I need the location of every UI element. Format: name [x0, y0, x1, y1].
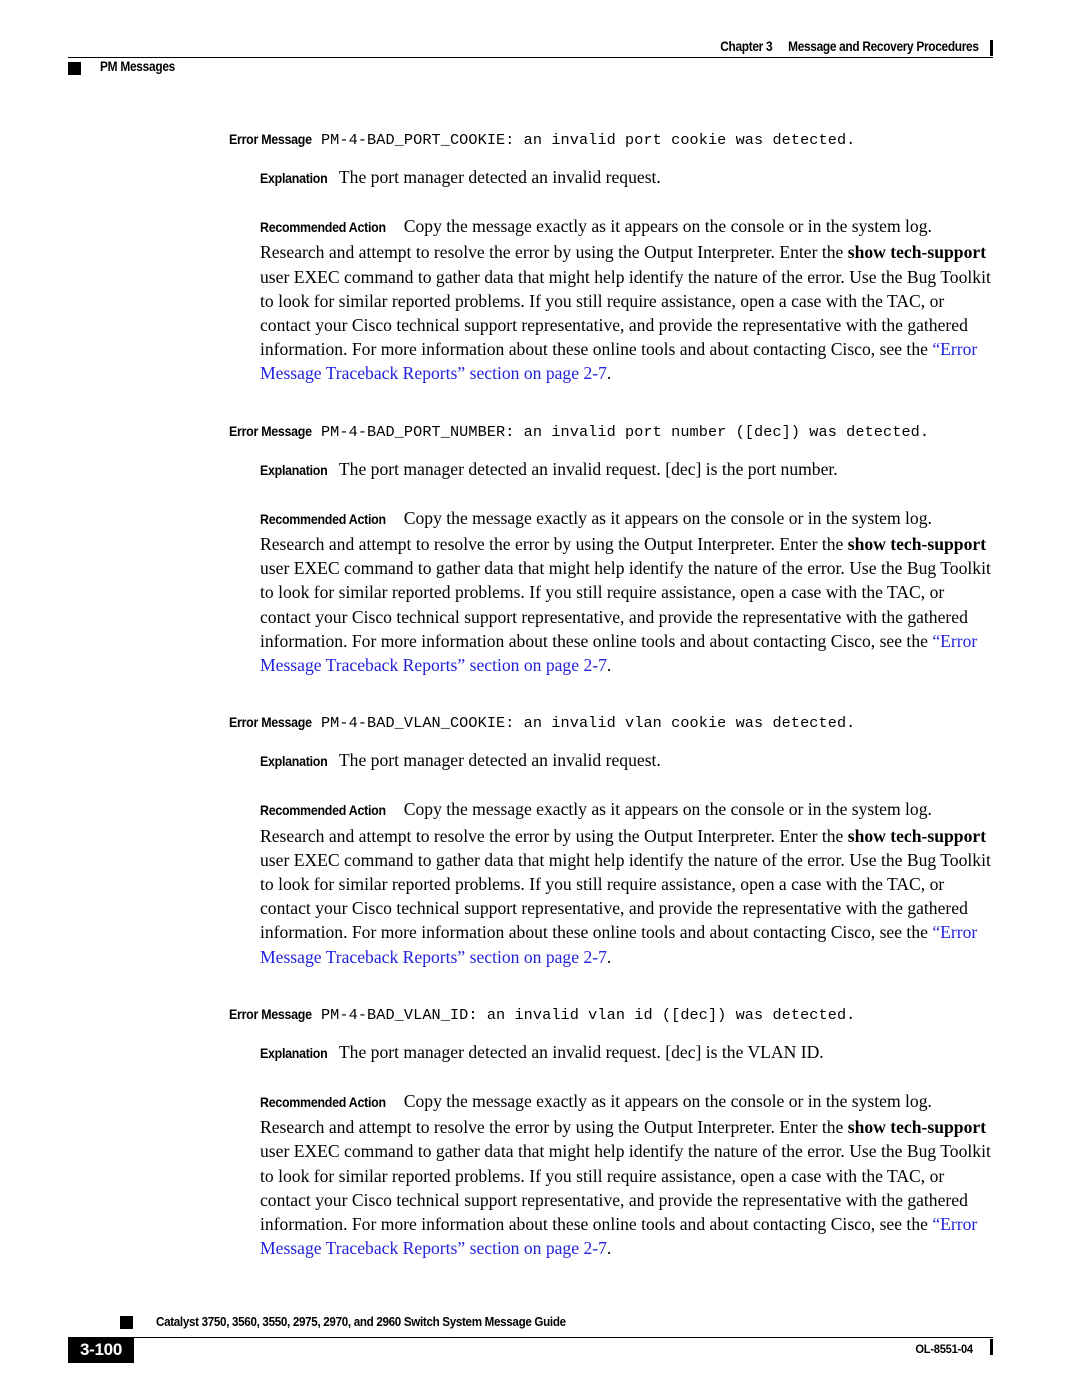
error-message-label: Error Message [229, 1006, 312, 1022]
header-chapter-label: Chapter 3 [720, 39, 773, 54]
recommended-action-label: Recommended Action [260, 511, 386, 527]
explanation-text: The port manager detected an invalid req… [338, 1041, 824, 1062]
document-id: OL-8551-04 [915, 1342, 974, 1356]
page-footer: Catalyst 3750, 3560, 3550, 2975, 2970, a… [68, 1313, 993, 1371]
footer-guide-title: Catalyst 3750, 3560, 3550, 2975, 2970, a… [156, 1314, 566, 1329]
error-message-line: Error Message PM-4-BAD_VLAN_COOKIE: an in… [229, 709, 1020, 736]
page-content: Error Message PM-4-BAD_PORT_COOKIE: an in… [0, 126, 1080, 1285]
recommended-action-label: Recommended Action [260, 220, 386, 236]
action-text-part2: user EXEC command to gather data that mi… [260, 558, 991, 651]
action-text-part3: . [606, 1238, 612, 1259]
action-command-bold: show tech-support [847, 1117, 987, 1138]
action-command-bold: show tech-support [847, 534, 987, 555]
action-text-part3: . [606, 363, 612, 384]
recommended-action-paragraph: Recommended Action Copy the message exact… [260, 1089, 992, 1260]
action-text-part2: user EXEC command to gather data that mi… [260, 849, 991, 943]
footer-bottom-row: 3-100 OL-8551-04 [68, 1337, 993, 1368]
page-header: Chapter 3 Message and Recovery Procedures… [68, 30, 993, 82]
footer-rule: Catalyst 3750, 3560, 3550, 2975, 2970, a… [68, 1313, 993, 1338]
error-message-code: PM-4-BAD_VLAN_ID: an invalid vlan id ([d… [320, 1005, 856, 1024]
explanation-label: Explanation [260, 754, 328, 770]
explanation-paragraph: Explanation The port manager detected an … [260, 457, 992, 483]
error-message-label: Error Message [229, 423, 312, 439]
footer-edge-tick-icon [989, 1339, 993, 1355]
recommended-action-label: Recommended Action [260, 1095, 386, 1111]
section-marker-square-icon [68, 62, 81, 75]
explanation-paragraph: Explanation The port manager detected an … [260, 165, 992, 191]
error-message-label: Error Message [229, 715, 312, 731]
message-block: Error Message PM-4-BAD_VLAN_COOKIE: an in… [0, 709, 1080, 969]
explanation-paragraph: Explanation The port manager detected an … [260, 1040, 992, 1066]
explanation-label: Explanation [260, 171, 328, 186]
error-message-code: PM-4-BAD_VLAN_COOKIE: an invalid vlan co… [320, 714, 856, 733]
header-chapter-line: Chapter 3 Message and Recovery Procedures [720, 39, 980, 54]
header-edge-tick-icon [989, 40, 993, 56]
message-block: Error Message PM-4-BAD_PORT_NUMBER: an in… [0, 418, 1080, 678]
action-command-bold: show tech-support [847, 242, 987, 263]
error-message-line: Error Message PM-4-BAD_PORT_NUMBER: an in… [229, 418, 1020, 445]
error-message-line: Error Message PM-4-BAD_PORT_COOKIE: an in… [229, 126, 1020, 153]
header-rule: Chapter 3 Message and Recovery Procedures [68, 30, 993, 58]
error-message-label: Error Message [229, 132, 312, 147]
action-text-part2: user EXEC command to gather data that mi… [260, 1141, 991, 1235]
recommended-action-label: Recommended Action [260, 803, 386, 819]
page-number-badge: 3-100 [68, 1337, 134, 1363]
explanation-text: The port manager detected an invalid req… [338, 167, 661, 187]
explanation-label: Explanation [260, 1045, 328, 1061]
error-message-code: PM-4-BAD_PORT_COOKIE: an invalid port co… [320, 131, 856, 149]
recommended-action-paragraph: Recommended Action Copy the message exact… [260, 506, 992, 677]
footer-marker-square-icon [120, 1316, 133, 1329]
explanation-text: The port manager detected an invalid req… [338, 458, 838, 479]
error-message-code: PM-4-BAD_PORT_NUMBER: an invalid port nu… [320, 422, 930, 441]
action-text-part3: . [606, 655, 612, 676]
explanation-label: Explanation [260, 462, 328, 478]
header-section-label: PM Messages [100, 59, 176, 74]
recommended-action-paragraph: Recommended Action Copy the message exact… [260, 214, 992, 385]
header-chapter-title: Message and Recovery Procedures [788, 39, 979, 54]
message-block: Error Message PM-4-BAD_PORT_COOKIE: an in… [0, 126, 1080, 386]
header-section-row: PM Messages [68, 58, 993, 82]
explanation-paragraph: Explanation The port manager detected an … [260, 748, 992, 774]
action-command-bold: show tech-support [847, 825, 987, 846]
message-block: Error Message PM-4-BAD_VLAN_ID: an invali… [0, 1001, 1080, 1261]
recommended-action-paragraph: Recommended Action Copy the message exact… [260, 797, 992, 968]
error-message-line: Error Message PM-4-BAD_VLAN_ID: an invali… [229, 1001, 1020, 1028]
action-text-part3: . [606, 946, 612, 967]
action-text-part2: user EXEC command to gather data that mi… [260, 266, 991, 360]
explanation-text: The port manager detected an invalid req… [338, 750, 661, 771]
